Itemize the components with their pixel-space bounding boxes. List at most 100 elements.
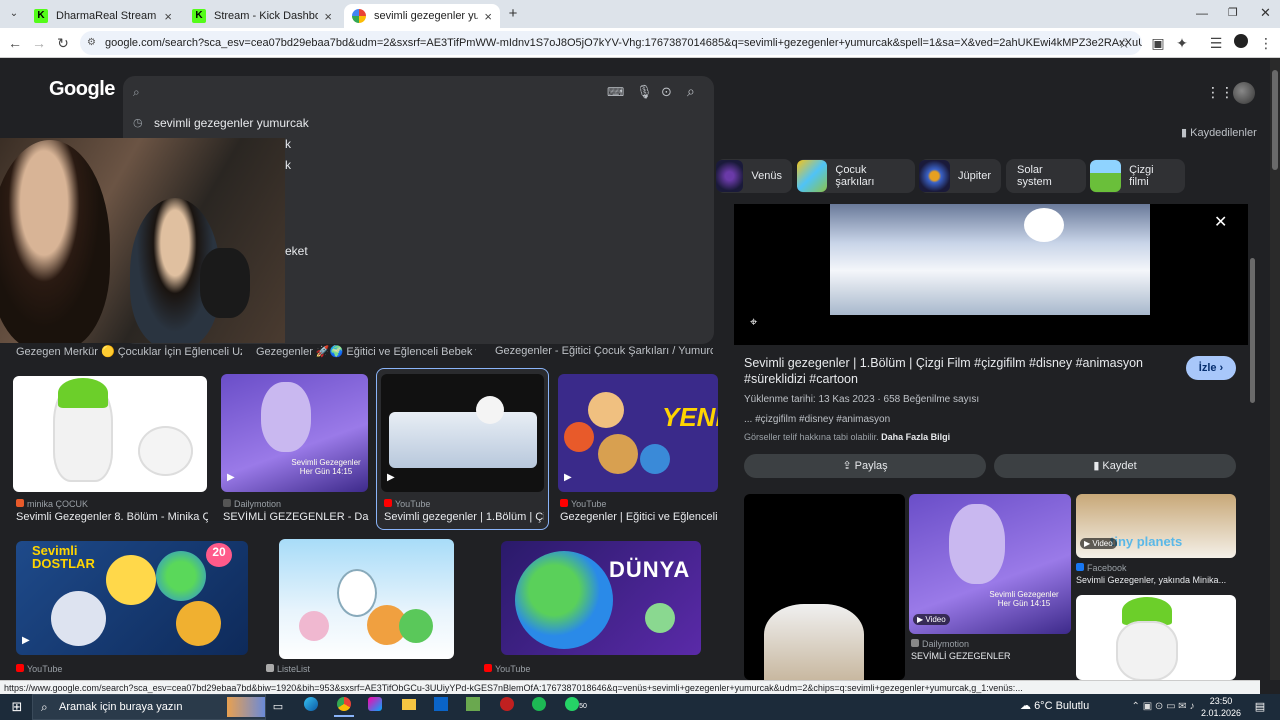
outlook-icon[interactable] [432,697,450,717]
result-thumbnail[interactable] [279,539,454,659]
tab-dharmareal-stream[interactable]: K DharmaReal Stream - Watch Live × [26,4,180,28]
account-avatar[interactable] [1233,82,1255,104]
close-icon[interactable]: × [484,9,492,24]
bookmark-star-icon[interactable]: ☆ [1114,33,1134,53]
preview-image[interactable] [830,204,1150,315]
suggestion-item[interactable]: ◷ sevimli gezegenler yumurcak [133,116,309,130]
more-info-link[interactable]: Daha Fazla Bilgi [881,432,950,442]
suggestion-item[interactable]: k [285,137,291,151]
task-view-icon[interactable]: ▭ [270,697,286,717]
google-logo[interactable]: Google [49,78,115,101]
puzzle-extensions-icon[interactable]: ✦ [1172,33,1192,53]
result-source: YouTube [384,499,430,509]
close-icon[interactable]: × [164,9,172,24]
chip-cizgi-filmi[interactable]: Çizgi filmi [1090,159,1185,193]
page-scrollbar[interactable] [1270,58,1280,680]
suggestion-item[interactable]: k [285,158,291,172]
result-thumbnail[interactable]: DÜNYA [501,541,701,655]
windows-start-icon[interactable]: ⊞ [8,697,26,717]
clock[interactable]: 23:50 2.01.2026 [1196,695,1246,719]
search-input[interactable] [153,82,593,106]
share-button[interactable]: ⇪ Paylaş [744,454,986,478]
forward-icon[interactable]: → [29,33,49,53]
save-button[interactable]: ▮ Kaydet [994,454,1236,478]
taskbar-search[interactable]: ⌕ Aramak için buraya yazın [32,694,266,720]
tab-google-search[interactable]: sevimli gezegenler yumurcak - × [344,4,500,28]
related-thumbnail[interactable]: tiny planets ▶ Video [1076,494,1236,558]
weather-widget[interactable]: ☁ 6°C Bulutlu [1020,699,1089,712]
app-icon[interactable] [366,697,384,717]
restore-icon[interactable]: ❐ [1228,6,1244,19]
chip-jupiter[interactable]: Jüpiter [919,159,1001,193]
scrollbar-thumb[interactable] [1272,70,1278,170]
preview-title[interactable]: Sevimli gezegenler | 1.Bölüm | Çizgi Fil… [744,355,1168,387]
whatsapp-icon[interactable]: 50 [564,697,588,717]
file-explorer-icon[interactable] [400,697,418,717]
related-thumbnail[interactable]: Sevimli Gezegenler Her Gün 14:15 ▶ Video [909,494,1071,634]
result-thumbnail[interactable]: Sevimli DOSTLAR 20 ▶ [16,541,248,655]
camera-lens-icon[interactable]: ⊙ [661,84,672,100]
saved-link[interactable]: ▮ Kaydedilenler [1181,126,1257,139]
planet-illustration [176,601,221,646]
preview-tags: ... #çizgifilm #disney #animasyon [744,414,891,425]
spotify-icon[interactable] [530,697,548,717]
preview-hero: ✕ ⌖ [734,204,1248,345]
result-caption[interactable]: Gezegenler 🚀🌍 Eğitici ve Eğlenceli Bebek… [256,345,476,358]
result-title[interactable]: SEVİMLİ GEZEGENLER - Daily... [223,511,369,523]
app-icon[interactable] [498,697,516,717]
result-caption[interactable]: Gezegen Merkür 🟡 Çocuklar İçin Eğlenceli… [16,345,242,358]
related-thumbnail[interactable] [744,494,905,680]
result-thumbnail[interactable]: Sevimli Gezegenler Her Gün 14:15 ▶ [221,374,368,492]
notification-icon[interactable]: ▤ [1252,697,1268,717]
search-box[interactable]: ⌕ ⌨ 🎙 ⊙ ⌕ [123,76,714,112]
character-illustration [106,555,156,605]
back-icon[interactable]: ← [5,33,25,53]
related-thumbnail[interactable] [1076,595,1236,680]
microphone-icon[interactable]: 🎙 [636,84,653,100]
minimize-icon[interactable]: — [1196,6,1212,20]
result-thumbnail[interactable]: ▶ [13,376,207,492]
watch-button[interactable]: İzle › [1186,356,1236,380]
profile-avatar-icon[interactable] [1231,33,1251,53]
close-window-icon[interactable]: ✕ [1260,5,1276,21]
chrome-icon[interactable] [334,697,354,717]
google-icon [352,9,366,23]
reload-icon[interactable]: ↻ [53,33,73,53]
system-tray-icons[interactable]: ⌃ ▣ ⊙ ▭ ✉ ♪ [1122,697,1204,717]
lens-search-icon[interactable]: ⌖ [750,314,757,330]
chip-venus[interactable]: Venüs [716,159,792,193]
store-icon[interactable] [464,697,482,717]
result-title[interactable]: Gezegenler | Eğitici ve Eğlenceli B... [560,511,718,523]
dailymotion-favicon-icon [223,499,231,507]
chip-solar-system[interactable]: Solar system [1006,159,1086,193]
tab-kick-dashboard[interactable]: K Stream - Kick Dashboard × [184,4,340,28]
result-title[interactable]: Sevimli Gezegenler 8. Bölüm - Minika Ço.… [16,511,208,523]
tab-search-dropdown-icon[interactable]: ⌄ [6,6,22,22]
result-source: YouTube [560,499,606,509]
result-source: Dailymotion [223,499,281,509]
apps-grid-icon[interactable]: ⋮⋮ [1206,84,1234,100]
result-thumbnail[interactable]: YENi ▶ [558,374,718,492]
new-tab-plus-icon[interactable]: + [505,6,521,22]
kick-icon: K [34,9,48,23]
address-bar[interactable]: ⚙ google.com/search?sca_esv=cea07bd29eba… [80,31,1142,55]
suggestion-item[interactable]: eket [285,244,308,258]
reading-list-icon[interactable]: ☰ [1206,33,1226,53]
related-title[interactable]: Sevimli Gezegenler, yakında Minika... [1076,575,1236,585]
search-submit-icon[interactable]: ⌕ [687,83,695,100]
menu-kebab-icon[interactable]: ⋮ [1256,33,1276,53]
site-info-icon[interactable]: ⚙ [87,31,96,55]
result-source: YouTube [484,664,530,674]
keyboard-icon[interactable]: ⌨ [607,85,624,99]
panel-scrollbar-thumb[interactable] [1250,258,1255,403]
result-title[interactable]: Sevimli gezegenler | 1.Bölüm | Çiz... [384,511,544,523]
close-icon[interactable]: ✕ [1214,212,1227,232]
chip-cocuk-sarkilari[interactable]: Çocuk şarkıları [797,159,915,193]
edge-icon[interactable] [302,697,320,717]
extension-icon[interactable]: ▣ [1148,33,1168,53]
related-title[interactable]: SEVİMLİ GEZEGENLER [911,651,1071,661]
yeni-label: YENi [662,402,718,432]
result-thumbnail[interactable]: ▶ [381,374,544,492]
result-caption[interactable]: Gezegenler - Eğitici Çocuk Şarkıları / Y… [495,345,713,357]
close-icon[interactable]: × [324,9,332,24]
